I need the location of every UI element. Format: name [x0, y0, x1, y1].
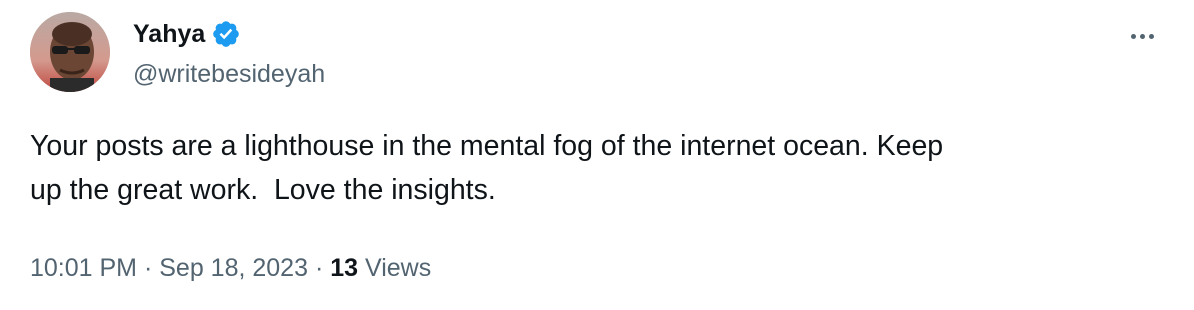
views-count[interactable]: 13: [330, 254, 358, 282]
name-row: Yahya: [133, 16, 241, 52]
tweet-text-line-2: up the great work. Love the insights.: [30, 174, 496, 206]
tweet-date[interactable]: Sep 18, 2023: [159, 254, 308, 282]
tweet-text-line-1: Your posts are a lighthouse in the menta…: [30, 130, 944, 162]
more-options-icon[interactable]: [1124, 24, 1160, 48]
views-label: Views: [365, 254, 432, 282]
display-name[interactable]: Yahya: [133, 16, 205, 52]
meta-separator: ·: [314, 254, 324, 282]
avatar[interactable]: [30, 12, 110, 92]
handle[interactable]: @writebesideyah: [133, 56, 325, 92]
tweet-time[interactable]: 10:01 PM: [30, 254, 137, 282]
verified-badge-icon[interactable]: [211, 19, 241, 49]
tweet-meta: 10:01 PM · Sep 18, 2023 · 13 Views: [30, 250, 431, 286]
meta-separator: ·: [143, 254, 153, 282]
avatar-image: [30, 12, 110, 92]
tweet-card: Yahya @writebesideyah Your posts are a l…: [0, 0, 1194, 310]
tweet-text: Your posts are a lighthouse in the menta…: [30, 124, 1170, 212]
